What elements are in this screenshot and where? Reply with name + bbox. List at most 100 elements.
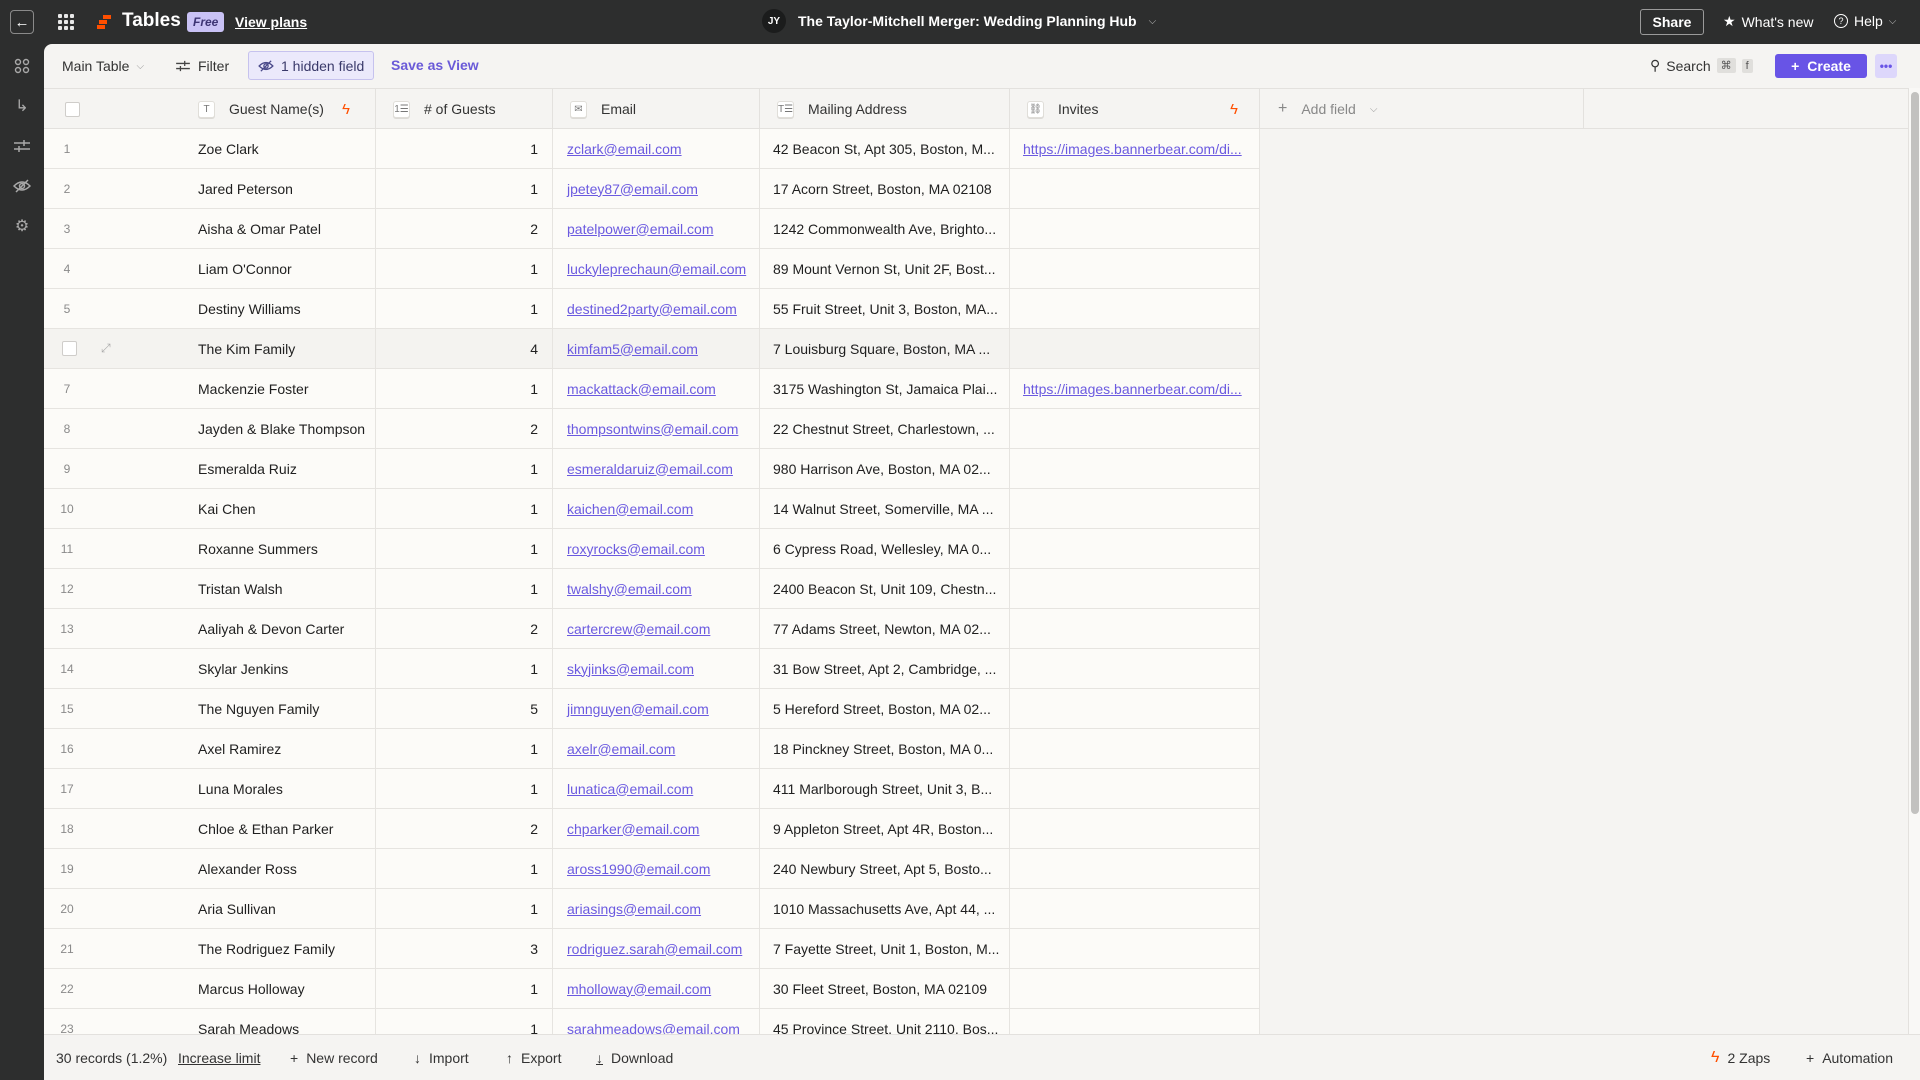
email-link[interactable]: ariasings@email.com <box>567 901 701 917</box>
mailing-address-cell[interactable]: 22 Chestnut Street, Charlestown, ... <box>760 409 1010 448</box>
invite-cell[interactable] <box>1010 809 1260 848</box>
email-link[interactable]: esmeraldaruiz@email.com <box>567 461 733 477</box>
guest-name-cell[interactable]: The Nguyen Family <box>124 689 376 728</box>
email-cell[interactable]: axelr@email.com <box>553 729 760 768</box>
mailing-address-cell[interactable]: 89 Mount Vernon St, Unit 2F, Bost... <box>760 249 1010 288</box>
email-link[interactable]: thompsontwins@email.com <box>567 421 738 437</box>
email-link[interactable]: mholloway@email.com <box>567 981 711 997</box>
table-row[interactable]: 17 Luna Morales 1 lunatica@email.com 411 … <box>44 769 1260 809</box>
email-cell[interactable]: destined2party@email.com <box>553 289 760 328</box>
email-link[interactable]: axelr@email.com <box>567 741 675 757</box>
guest-count-cell[interactable]: 2 <box>376 809 553 848</box>
invite-cell[interactable] <box>1010 249 1260 288</box>
table-row[interactable]: 20 Aria Sullivan 1 ariasings@email.com 10… <box>44 889 1260 929</box>
invite-link[interactable]: https://images.bannerbear.com/di... <box>1023 141 1242 157</box>
email-cell[interactable]: skyjinks@email.com <box>553 649 760 688</box>
invite-cell[interactable] <box>1010 729 1260 768</box>
email-cell[interactable]: twalshy@email.com <box>553 569 760 608</box>
email-cell[interactable]: zclark@email.com <box>553 129 760 168</box>
guest-name-cell[interactable]: Skylar Jenkins <box>124 649 376 688</box>
invite-cell[interactable] <box>1010 329 1260 368</box>
help-button[interactable]: ? Help ⌵ <box>1834 13 1896 29</box>
mailing-address-cell[interactable]: 77 Adams Street, Newton, MA 02... <box>760 609 1010 648</box>
email-link[interactable]: lunatica@email.com <box>567 781 693 797</box>
email-link[interactable]: twalshy@email.com <box>567 581 692 597</box>
table-row[interactable]: 12 Tristan Walsh 1 twalshy@email.com 2400… <box>44 569 1260 609</box>
email-link[interactable]: rodriguez.sarah@email.com <box>567 941 742 957</box>
invite-cell[interactable] <box>1010 689 1260 728</box>
column-header-guest-names[interactable]: T Guest Name(s) ϟ <box>124 89 376 129</box>
guest-name-cell[interactable]: Aria Sullivan <box>124 889 376 928</box>
guest-name-cell[interactable]: Kai Chen <box>124 489 376 528</box>
guest-name-cell[interactable]: Esmeralda Ruiz <box>124 449 376 488</box>
guest-name-cell[interactable]: Mackenzie Foster <box>124 369 376 408</box>
table-row[interactable]: 21 The Rodriguez Family 3 rodriguez.sarah… <box>44 929 1260 969</box>
download-button[interactable]: ↓ Download <box>596 1035 673 1080</box>
guest-count-cell[interactable]: 2 <box>376 209 553 248</box>
table-row[interactable]: 3 Aisha & Omar Patel 2 patelpower@email.c… <box>44 209 1260 249</box>
hidden-eye-icon[interactable] <box>12 176 32 196</box>
guest-count-cell[interactable]: 1 <box>376 889 553 928</box>
column-header-email[interactable]: ✉ Email <box>553 89 760 129</box>
guest-count-cell[interactable]: 1 <box>376 169 553 208</box>
table-row[interactable]: 9 Esmeralda Ruiz 1 esmeraldaruiz@email.co… <box>44 449 1260 489</box>
guest-count-cell[interactable]: 1 <box>376 849 553 888</box>
email-cell[interactable]: aross1990@email.com <box>553 849 760 888</box>
mailing-address-cell[interactable]: 3175 Washington St, Jamaica Plai... <box>760 369 1010 408</box>
email-link[interactable]: chparker@email.com <box>567 821 699 837</box>
table-row[interactable]: 14 Skylar Jenkins 1 skyjinks@email.com 31… <box>44 649 1260 689</box>
guest-name-cell[interactable]: Roxanne Summers <box>124 529 376 568</box>
email-link[interactable]: roxyrocks@email.com <box>567 541 705 557</box>
guest-count-cell[interactable]: 3 <box>376 929 553 968</box>
mailing-address-cell[interactable]: 1242 Commonwealth Ave, Brighto... <box>760 209 1010 248</box>
invite-cell[interactable] <box>1010 889 1260 928</box>
mailing-address-cell[interactable]: 5 Hereford Street, Boston, MA 02... <box>760 689 1010 728</box>
share-button[interactable]: Share <box>1640 9 1704 35</box>
guest-name-cell[interactable]: Zoe Clark <box>124 129 376 168</box>
guest-name-cell[interactable]: Luna Morales <box>124 769 376 808</box>
email-link[interactable]: jimnguyen@email.com <box>567 701 709 717</box>
table-row[interactable]: 2 Jared Peterson 1 jpetey87@email.com 17 … <box>44 169 1260 209</box>
email-link[interactable]: luckyleprechaun@email.com <box>567 261 746 277</box>
guest-name-cell[interactable]: Liam O'Connor <box>124 249 376 288</box>
guest-count-cell[interactable]: 1 <box>376 569 553 608</box>
guest-name-cell[interactable]: Destiny Williams <box>124 289 376 328</box>
email-link[interactable]: mackattack@email.com <box>567 381 716 397</box>
guest-name-cell[interactable]: Aisha & Omar Patel <box>124 209 376 248</box>
save-as-view-button[interactable]: Save as View <box>391 57 479 73</box>
table-row[interactable]: 7 Mackenzie Foster 1 mackattack@email.com… <box>44 369 1260 409</box>
mailing-address-cell[interactable]: 17 Acorn Street, Boston, MA 02108 <box>760 169 1010 208</box>
invite-cell[interactable] <box>1010 969 1260 1008</box>
search-button[interactable]: ⚲ Search ⌘ f <box>1650 57 1753 74</box>
invite-cell[interactable]: https://images.bannerbear.com/di... <box>1010 129 1260 168</box>
mailing-address-cell[interactable]: 1010 Massachusetts Ave, Apt 44, ... <box>760 889 1010 928</box>
guest-count-cell[interactable]: 1 <box>376 249 553 288</box>
mailing-address-cell[interactable]: 30 Fleet Street, Boston, MA 02109 <box>760 969 1010 1008</box>
email-link[interactable]: jpetey87@email.com <box>567 181 698 197</box>
settings-gear-icon[interactable]: ⚙ <box>12 216 32 236</box>
mailing-address-cell[interactable]: 42 Beacon St, Apt 305, Boston, M... <box>760 129 1010 168</box>
guest-name-cell[interactable]: Axel Ramirez <box>124 729 376 768</box>
email-cell[interactable]: jpetey87@email.com <box>553 169 760 208</box>
hidden-fields-button[interactable]: 1 hidden field <box>248 51 375 80</box>
invite-link[interactable]: https://images.bannerbear.com/di... <box>1023 381 1242 397</box>
table-row[interactable]: 18 Chloe & Ethan Parker 2 chparker@email.… <box>44 809 1260 849</box>
filter-button[interactable]: Filter <box>175 44 229 88</box>
invite-cell[interactable]: https://images.bannerbear.com/di... <box>1010 369 1260 408</box>
invite-cell[interactable] <box>1010 849 1260 888</box>
table-row[interactable]: 22 Marcus Holloway 1 mholloway@email.com … <box>44 969 1260 1009</box>
table-row[interactable]: ⤢ The Kim Family 4 kimfam5@email.com 7 Lo… <box>44 329 1260 369</box>
mailing-address-cell[interactable]: 14 Walnut Street, Somerville, MA ... <box>760 489 1010 528</box>
create-button[interactable]: + Create <box>1775 54 1867 78</box>
email-cell[interactable]: kaichen@email.com <box>553 489 760 528</box>
guest-count-cell[interactable]: 1 <box>376 729 553 768</box>
email-cell[interactable]: roxyrocks@email.com <box>553 529 760 568</box>
guest-name-cell[interactable]: Chloe & Ethan Parker <box>124 809 376 848</box>
email-link[interactable]: zclark@email.com <box>567 141 682 157</box>
import-button[interactable]: ↓ Import <box>414 1035 469 1080</box>
guest-name-cell[interactable]: Aaliyah & Devon Carter <box>124 609 376 648</box>
table-row[interactable]: 1 Zoe Clark 1 zclark@email.com 42 Beacon … <box>44 129 1260 169</box>
export-button[interactable]: ↑ Export <box>506 1035 561 1080</box>
guest-count-cell[interactable]: 5 <box>376 689 553 728</box>
guest-count-cell[interactable]: 1 <box>376 129 553 168</box>
